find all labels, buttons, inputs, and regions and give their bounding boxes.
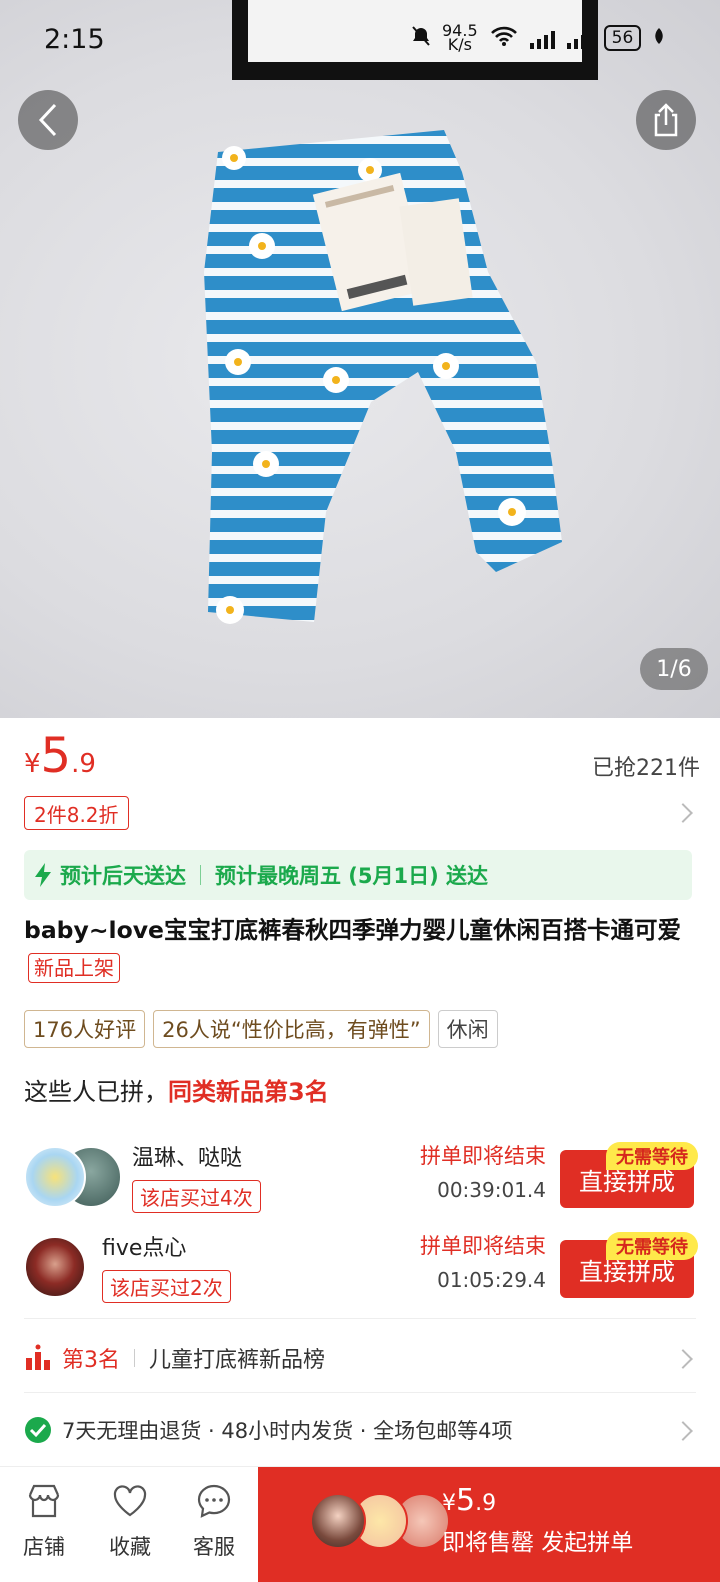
price: ¥5.9 — [24, 728, 96, 784]
avatar — [24, 1146, 86, 1208]
group-status: 拼单即将结束 01:05:29.4 — [420, 1230, 546, 1292]
ranking-icon — [26, 1344, 50, 1370]
price-row: ¥5.9 已抢221件 — [24, 728, 700, 784]
service-guarantee-row[interactable]: 7天无理由退货 · 48小时内发货 · 全场包邮等4项 — [24, 1408, 696, 1452]
no-wait-tag: 无需等待 — [606, 1232, 698, 1260]
group-buy-header-highlight: 同类新品第3名 — [168, 1078, 329, 1106]
store-label: 店铺 — [23, 1535, 65, 1559]
group-status: 拼单即将结束 00:39:01.4 — [420, 1140, 546, 1202]
join-group-button[interactable]: 直接拼成 无需等待 — [560, 1142, 698, 1208]
customer-service-label: 客服 — [193, 1535, 235, 1559]
group-buy-header: 这些人已拼，同类新品第3名 — [24, 1072, 329, 1107]
chevron-right-icon[interactable] — [673, 803, 693, 823]
leaf-icon — [653, 27, 665, 49]
chevron-left-icon — [38, 103, 57, 137]
product-title: baby~love宝宝打底裤春秋四季弹力婴儿童休闲百搭卡通可爱新品上架 — [24, 910, 694, 990]
group-buy-integer: 5 — [456, 1483, 476, 1518]
net-speed: 94.5 K/s — [442, 21, 478, 54]
avatar-group — [24, 1146, 122, 1208]
group-member-names: 温琳、哒哒 — [132, 1146, 243, 1171]
repeat-buyer-badge: 该店买过2次 — [102, 1270, 231, 1303]
check-circle-icon — [25, 1417, 51, 1443]
price-decimal: .9 — [71, 749, 96, 779]
heart-icon — [113, 1485, 147, 1517]
group-buy-row: 温琳、哒哒 该店买过4次 拼单即将结束 00:39:01.4 直接拼成 无需等待 — [24, 1138, 698, 1218]
avatar — [24, 1236, 86, 1298]
bottom-action-bar: 店铺 收藏 客服 ¥5.9 即将售罄 发起拼单 — [0, 1466, 720, 1582]
signal-icon — [529, 27, 555, 49]
status-icons: 94.5 K/s 56 — [412, 21, 665, 54]
review-tag[interactable]: 休闲 — [437, 1010, 498, 1048]
price-integer: 5 — [40, 728, 72, 784]
group-buy-label: 即将售罄 发起拼单 — [442, 1530, 634, 1556]
group-buy-price: ¥5.9 — [442, 1483, 496, 1518]
favorite-tab[interactable]: 收藏 — [88, 1467, 172, 1582]
group-status-text: 拼单即将结束 — [420, 1234, 546, 1258]
group-buy-row: five点心 该店买过2次 拼单即将结束 01:05:29.4 直接拼成 无需等… — [24, 1228, 698, 1308]
ranking-divider — [134, 1349, 135, 1367]
share-button[interactable] — [636, 90, 696, 150]
group-member-names: five点心 — [102, 1236, 187, 1261]
discount-tag[interactable]: 2件8.2折 — [24, 796, 129, 830]
group-buy-currency: ¥ — [442, 1491, 456, 1516]
group-buy-header-prefix: 这些人已拼， — [24, 1078, 168, 1106]
back-button[interactable] — [18, 90, 78, 150]
group-countdown: 01:05:29.4 — [437, 1268, 546, 1292]
status-time: 2:15 — [44, 24, 105, 55]
store-tab[interactable]: 店铺 — [2, 1467, 86, 1582]
ranking-position: 第3名 — [62, 1348, 120, 1373]
delivery-divider — [200, 865, 201, 885]
favorite-label: 收藏 — [109, 1535, 151, 1559]
delivery-estimate[interactable]: 预计后天送达 预计最晚周五 (5月1日) 送达 — [24, 850, 692, 900]
price-currency: ¥ — [24, 749, 41, 779]
wifi-icon — [490, 25, 518, 51]
divider — [24, 1392, 696, 1393]
join-group-button[interactable]: 直接拼成 无需等待 — [560, 1232, 698, 1298]
sold-count: 已抢221件 — [592, 756, 700, 781]
product-photo-pants — [204, 130, 562, 624]
review-tags: 176人好评 26人说“性价比高，有弹性” 休闲 — [24, 1010, 498, 1048]
chat-icon — [197, 1484, 231, 1518]
status-bar: 2:15 94.5 K/s 56 — [0, 0, 720, 84]
signal-icon-2 — [566, 27, 592, 49]
divider — [24, 1318, 696, 1319]
ranking-row[interactable]: 第3名 儿童打底裤新品榜 — [24, 1336, 696, 1380]
battery-icon: 56 — [603, 25, 642, 51]
no-wait-tag: 无需等待 — [606, 1142, 698, 1170]
lightning-icon — [35, 863, 51, 887]
group-buy-decimal: .9 — [475, 1491, 497, 1516]
product-image-gallery[interactable]: 2:15 94.5 K/s 56 1/6 — [0, 0, 720, 718]
repeat-buyer-badge: 该店买过4次 — [132, 1180, 261, 1213]
image-counter: 1/6 — [640, 648, 708, 690]
review-tag[interactable]: 176人好评 — [24, 1010, 146, 1048]
start-group-buy-button[interactable]: ¥5.9 即将售罄 发起拼单 — [258, 1467, 720, 1582]
delivery-primary: 预计后天送达 — [60, 864, 186, 888]
delivery-secondary: 预计最晚周五 (5月1日) 送达 — [215, 864, 489, 888]
customer-service-tab[interactable]: 客服 — [172, 1467, 256, 1582]
service-guarantee-text: 7天无理由退货 · 48小时内发货 · 全场包邮等4项 — [62, 1419, 513, 1443]
group-countdown: 00:39:01.4 — [437, 1178, 546, 1202]
new-arrival-tag: 新品上架 — [28, 953, 120, 983]
store-icon — [28, 1484, 60, 1518]
product-title-text: baby~love宝宝打底裤春秋四季弹力婴儿童休闲百搭卡通可爱 — [24, 916, 681, 944]
avatar — [310, 1493, 366, 1549]
mute-icon — [412, 26, 430, 50]
ranking-list-name: 儿童打底裤新品榜 — [149, 1348, 326, 1373]
review-tag[interactable]: 26人说“性价比高，有弹性” — [153, 1010, 430, 1048]
share-icon — [654, 103, 678, 137]
buyer-avatars — [310, 1493, 450, 1549]
group-status-text: 拼单即将结束 — [420, 1144, 546, 1168]
